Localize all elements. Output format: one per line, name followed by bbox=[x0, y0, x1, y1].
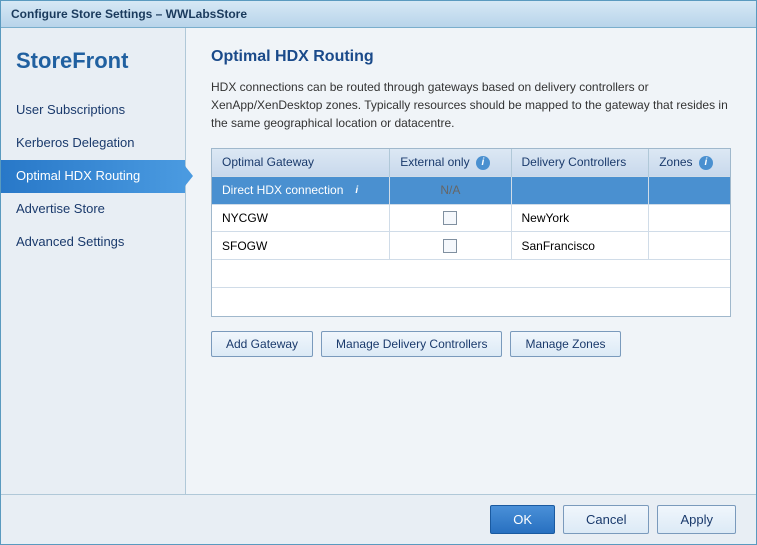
table-row[interactable]: Direct HDX connection i N/A bbox=[212, 176, 730, 204]
external-only-checkbox-nycgw[interactable] bbox=[443, 211, 457, 225]
cell-external-only bbox=[390, 232, 511, 260]
external-only-info-icon[interactable]: i bbox=[476, 156, 490, 170]
sidebar-item-optimal-hdx-routing[interactable]: Optimal HDX Routing bbox=[1, 160, 185, 193]
cell-zones bbox=[649, 204, 730, 232]
col-header-zones: Zones i bbox=[649, 149, 730, 176]
cell-delivery-controllers: NewYork bbox=[511, 204, 649, 232]
table-row[interactable]: SFOGW SanFrancisco bbox=[212, 232, 730, 260]
sidebar-item-user-subscriptions[interactable]: User Subscriptions bbox=[1, 94, 185, 127]
content-area: StoreFront User Subscriptions Kerberos D… bbox=[1, 28, 756, 494]
title-bar-label: Configure Store Settings – WWLabsStore bbox=[11, 7, 247, 21]
cell-zones bbox=[649, 176, 730, 204]
title-bar: Configure Store Settings – WWLabsStore bbox=[1, 1, 756, 28]
zones-info-icon[interactable]: i bbox=[699, 156, 713, 170]
direct-hdx-info-icon[interactable]: i bbox=[350, 184, 364, 198]
routing-table: Optimal Gateway External only i Delivery… bbox=[212, 149, 730, 316]
cell-delivery-controllers bbox=[511, 176, 649, 204]
sidebar-item-advertise-store[interactable]: Advertise Store bbox=[1, 193, 185, 226]
table-header-row: Optimal Gateway External only i Delivery… bbox=[212, 149, 730, 176]
routing-table-container: Optimal Gateway External only i Delivery… bbox=[211, 148, 731, 317]
sidebar-item-label: Advanced Settings bbox=[16, 234, 124, 249]
ok-button[interactable]: OK bbox=[490, 505, 555, 534]
apply-button[interactable]: Apply bbox=[657, 505, 736, 534]
cell-zones bbox=[649, 232, 730, 260]
col-header-gateway: Optimal Gateway bbox=[212, 149, 390, 176]
manage-zones-button[interactable]: Manage Zones bbox=[510, 331, 620, 357]
cell-gateway: SFOGW bbox=[212, 232, 390, 260]
table-row-empty bbox=[212, 288, 730, 316]
cell-gateway: Direct HDX connection i bbox=[212, 176, 390, 204]
cell-external-only: N/A bbox=[390, 176, 511, 204]
cell-gateway: NYCGW bbox=[212, 204, 390, 232]
description-text: HDX connections can be routed through ga… bbox=[211, 80, 728, 130]
sidebar-item-label: Advertise Store bbox=[16, 201, 105, 216]
action-buttons: Add Gateway Manage Delivery Controllers … bbox=[211, 331, 731, 357]
sidebar-title: StoreFront bbox=[1, 38, 185, 94]
description: HDX connections can be routed through ga… bbox=[211, 78, 731, 132]
sidebar-item-label: Optimal HDX Routing bbox=[16, 168, 140, 183]
cell-external-only bbox=[390, 204, 511, 232]
col-header-delivery-controllers: Delivery Controllers bbox=[511, 149, 649, 176]
na-label: N/A bbox=[440, 183, 460, 197]
external-only-checkbox-sfogw[interactable] bbox=[443, 239, 457, 253]
sidebar-item-advanced-settings[interactable]: Advanced Settings bbox=[1, 226, 185, 259]
cell-delivery-controllers: SanFrancisco bbox=[511, 232, 649, 260]
table-row-empty bbox=[212, 260, 730, 288]
manage-delivery-controllers-button[interactable]: Manage Delivery Controllers bbox=[321, 331, 502, 357]
sidebar-item-kerberos-delegation[interactable]: Kerberos Delegation bbox=[1, 127, 185, 160]
sidebar-item-label: User Subscriptions bbox=[16, 102, 125, 117]
sidebar-item-label: Kerberos Delegation bbox=[16, 135, 135, 150]
cancel-button[interactable]: Cancel bbox=[563, 505, 649, 534]
footer: OK Cancel Apply bbox=[1, 494, 756, 544]
section-title: Optimal HDX Routing bbox=[211, 48, 731, 66]
sidebar: StoreFront User Subscriptions Kerberos D… bbox=[1, 28, 186, 494]
table-row[interactable]: NYCGW NewYork bbox=[212, 204, 730, 232]
col-header-external-only: External only i bbox=[390, 149, 511, 176]
main-window: Configure Store Settings – WWLabsStore S… bbox=[0, 0, 757, 545]
main-content: Optimal HDX Routing HDX connections can … bbox=[186, 28, 756, 494]
add-gateway-button[interactable]: Add Gateway bbox=[211, 331, 313, 357]
